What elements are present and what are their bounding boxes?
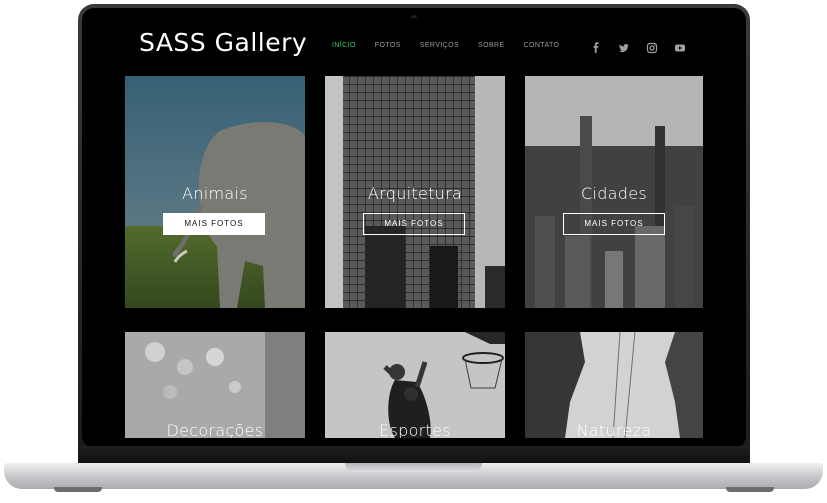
gallery-card-decoracoes[interactable]: Decorações xyxy=(125,332,305,438)
card-title: Animais xyxy=(182,184,248,203)
gallery-card-cidades[interactable]: Cidades MAIS FOTOS xyxy=(525,76,703,308)
nav-servicos[interactable]: SERVIÇOS xyxy=(420,42,459,49)
gallery-card-esportes[interactable]: Esportes xyxy=(325,332,505,438)
laptop-foot-right xyxy=(726,487,774,492)
social-links xyxy=(590,39,702,54)
gallery-card-animais[interactable]: Animais MAIS FOTOS xyxy=(125,76,305,308)
browser-screen: SASS Gallery INÍCIO FOTOS SERVIÇOS SOBRE… xyxy=(106,18,722,438)
facebook-icon[interactable] xyxy=(590,39,602,53)
laptop-foot-left xyxy=(54,487,102,492)
card-title: Arquitetura xyxy=(367,184,463,203)
mais-fotos-button[interactable]: MAIS FOTOS xyxy=(163,213,265,235)
youtube-icon[interactable] xyxy=(674,39,686,52)
nav-contato[interactable]: CONTATO xyxy=(524,42,560,49)
twitter-icon[interactable] xyxy=(618,39,630,53)
mais-fotos-button[interactable]: MAIS FOTOS xyxy=(363,213,465,235)
gallery-card-natureza[interactable]: Natureza xyxy=(525,332,703,438)
laptop-bottom-bezel xyxy=(78,446,750,464)
card-title: Cidades xyxy=(580,184,647,203)
site-logo[interactable]: SASS Gallery xyxy=(139,28,307,57)
mais-fotos-button[interactable]: MAIS FOTOS xyxy=(563,213,665,235)
laptop-opening-groove xyxy=(345,463,482,472)
card-title: Esportes xyxy=(379,421,451,438)
main-nav: INÍCIO FOTOS SERVIÇOS SOBRE CONTATO xyxy=(332,42,578,49)
instagram-icon[interactable] xyxy=(646,39,658,54)
card-title: Decorações xyxy=(166,421,264,438)
card-title: Natureza xyxy=(576,421,652,438)
nav-inicio[interactable]: INÍCIO xyxy=(332,42,356,49)
site-header: SASS Gallery INÍCIO FOTOS SERVIÇOS SOBRE… xyxy=(106,18,722,76)
nav-fotos[interactable]: FOTOS xyxy=(375,42,401,49)
nav-sobre[interactable]: SOBRE xyxy=(478,42,505,49)
gallery-card-arquitetura[interactable]: Arquitetura MAIS FOTOS xyxy=(325,76,505,308)
